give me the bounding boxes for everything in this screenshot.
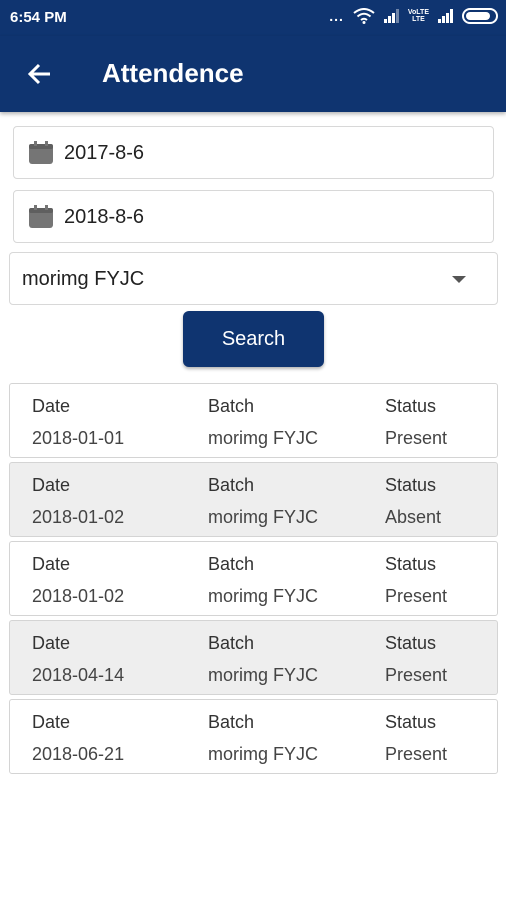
volte-icon: VoLTE LTE: [407, 9, 429, 23]
from-date-value: 2017-8-6: [64, 142, 145, 164]
search-button[interactable]: Search: [183, 311, 324, 367]
app-bar: Attendence: [0, 36, 506, 112]
batch-value: morimg FYJC: [208, 665, 319, 685]
attendance-row: Date Batch Status 2018-04-14 morimg FYJC…: [9, 620, 498, 695]
attendance-row: Date Batch Status 2018-06-21 morimg FYJC…: [9, 699, 498, 774]
status-bar: 6:54 PM ... VoLTE LTE: [0, 0, 506, 36]
to-date-value: 2018-8-6: [64, 206, 145, 228]
date-value: 2018-04-14: [32, 665, 125, 685]
batch-value: morimg FYJC: [208, 507, 319, 527]
more-dots-icon: ...: [329, 8, 344, 24]
status-value: Absent: [385, 507, 442, 527]
date-header: Date: [32, 396, 71, 416]
date-header: Date: [32, 554, 71, 574]
batch-header: Batch: [208, 396, 255, 416]
date-header: Date: [32, 633, 71, 653]
batch-header: Batch: [208, 475, 255, 495]
status-header: Status: [385, 712, 437, 732]
calendar-icon: [29, 141, 53, 164]
status-header: Status: [385, 475, 437, 495]
attendance-row: Date Batch Status 2018-01-02 morimg FYJC…: [9, 462, 498, 537]
page-title: Attendence: [102, 58, 244, 88]
calendar-icon: [29, 205, 53, 228]
date-value: 2018-01-01: [32, 428, 125, 448]
battery-icon: [462, 8, 498, 24]
signal-icon: [383, 9, 399, 23]
batch-header: Batch: [208, 633, 255, 653]
to-date-field[interactable]: 2018-8-6: [13, 190, 494, 243]
arrow-left-icon[interactable]: [24, 58, 56, 90]
status-header: Status: [385, 554, 437, 574]
batch-header: Batch: [208, 712, 255, 732]
attendance-row: Date Batch Status 2018-01-01 morimg FYJC…: [9, 383, 498, 458]
dropdown-caret-icon: [452, 276, 466, 283]
date-value: 2018-01-02: [32, 507, 125, 527]
signal-icon: [438, 9, 453, 23]
status-value: Present: [385, 665, 448, 685]
date-header: Date: [32, 475, 71, 495]
date-value: 2018-06-21: [32, 744, 125, 764]
status-value: Present: [385, 428, 448, 448]
from-date-field[interactable]: 2017-8-6: [13, 126, 494, 179]
batch-select-value: morimg FYJC: [22, 268, 145, 290]
status-icons: ... VoLTE LTE: [329, 8, 498, 24]
batch-select[interactable]: morimg FYJC: [9, 252, 498, 305]
status-header: Status: [385, 396, 437, 416]
date-value: 2018-01-02: [32, 586, 125, 606]
batch-value: morimg FYJC: [208, 744, 319, 764]
batch-value: morimg FYJC: [208, 428, 319, 448]
status-header: Status: [385, 633, 437, 653]
status-value: Present: [385, 744, 448, 764]
status-value: Present: [385, 586, 448, 606]
date-header: Date: [32, 712, 71, 732]
status-time: 6:54 PM: [10, 9, 67, 26]
wifi-icon: [353, 8, 375, 24]
attendance-row: Date Batch Status 2018-01-02 morimg FYJC…: [9, 541, 498, 616]
batch-value: morimg FYJC: [208, 586, 319, 606]
batch-header: Batch: [208, 554, 255, 574]
